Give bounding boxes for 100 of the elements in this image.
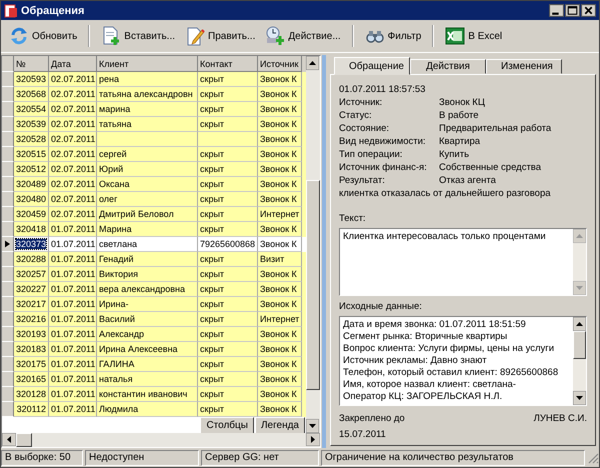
scroll-down-icon[interactable] xyxy=(306,419,319,433)
table-cell: 320217 xyxy=(16,299,46,309)
table-cell: Виктория xyxy=(99,269,138,279)
table-cell: Звонок К xyxy=(260,329,297,339)
table-row[interactable]: 320217 01.07.2011 Ирина- скрыт Звонок К xyxy=(2,297,306,312)
toolbar-button[interactable]: В Excel xyxy=(441,24,506,48)
toolbar-button[interactable]: Обновить xyxy=(5,24,82,48)
field-value: Отказ агента xyxy=(439,174,496,187)
table-row[interactable]: 320539 02.07.2011 татьяна скрыт Звонок К xyxy=(2,117,306,132)
table-cell: Звонок К xyxy=(260,74,297,84)
scroll-thumb[interactable] xyxy=(306,180,320,390)
table-cell: скрыт xyxy=(200,179,224,189)
tab[interactable]: Действия xyxy=(410,59,486,74)
table-cell: 320480 xyxy=(16,194,46,204)
minimize-icon[interactable] xyxy=(549,4,564,17)
toolbar-button[interactable]: Править... xyxy=(181,24,260,48)
table-row[interactable]: 320568 02.07.2011 татьяна александровн скрыт Звонок К xyxy=(2,87,306,102)
table-cell: 320227 xyxy=(16,284,46,294)
table-row[interactable]: 320112 01.07.2011 Людмила скрыт Звонок К xyxy=(2,402,306,417)
scroll-down-icon[interactable] xyxy=(573,391,586,405)
table-cell: 320568 xyxy=(16,89,46,99)
table-cell: ГАЛИНА xyxy=(99,359,134,369)
grid-button[interactable]: Столбцы xyxy=(200,417,254,434)
resize-grip-icon[interactable] xyxy=(587,452,599,464)
status-bar-field: Ограничение на количество результатов xyxy=(321,450,585,466)
table-cell: сергей xyxy=(99,149,127,159)
scroll-thumb[interactable] xyxy=(16,433,32,447)
maximize-icon[interactable] xyxy=(565,4,580,17)
table-row[interactable]: 320183 01.07.2011 Ирина Алексеевна скрыт Звонок К xyxy=(2,342,306,357)
scroll-left-icon[interactable] xyxy=(2,433,16,446)
table-cell: скрыт xyxy=(200,149,224,159)
status-bar-field: Недоступен xyxy=(85,450,199,466)
table-cell: скрыт xyxy=(200,299,224,309)
scroll-up-icon[interactable] xyxy=(306,56,319,70)
vertical-scrollbar[interactable] xyxy=(306,56,320,433)
table-row[interactable]: 320193 01.07.2011 Александр скрыт Звонок К xyxy=(2,327,306,342)
table-cell: 02.07.2011 xyxy=(51,179,96,189)
table-cell: 01.07.2011 xyxy=(51,314,96,324)
table-cell: скрыт xyxy=(200,314,224,324)
table-cell: 320175 xyxy=(16,359,46,369)
table-cell: Звонок К xyxy=(260,374,297,384)
table-cell: 02.07.2011 xyxy=(51,134,96,144)
table-cell: 320528 xyxy=(16,134,46,144)
table-cell: Звонок К xyxy=(260,404,297,414)
table-cell: Юрий xyxy=(99,164,124,174)
table-row[interactable]: 320528 02.07.2011 Звонок К xyxy=(2,132,306,147)
table-row[interactable]: 320512 02.07.2011 Юрий скрыт Звонок К xyxy=(2,162,306,177)
table-row[interactable]: 320554 02.07.2011 марина скрыт Звонок К xyxy=(2,102,306,117)
table-row[interactable]: 320418 01.07.2011 Марина скрыт Звонок К xyxy=(2,222,306,237)
table-cell: 01.07.2011 xyxy=(51,224,96,234)
table-cell: 02.07.2011 xyxy=(51,209,96,219)
table-row[interactable]: 320489 02.07.2011 Оксана скрыт Звонок К xyxy=(2,177,306,192)
field-value: Предварительная работа xyxy=(439,122,552,135)
table-cell: Звонок К xyxy=(260,269,297,279)
tab[interactable]: Обращение xyxy=(334,57,410,75)
window-title: Обращения xyxy=(21,4,86,16)
table-row[interactable]: 320227 01.07.2011 вера александровна скрыт Звонок К xyxy=(2,282,306,297)
table-cell: 01.07.2011 xyxy=(51,329,96,339)
scroll-right-icon[interactable] xyxy=(306,433,320,446)
table-row[interactable]: 320459 02.07.2011 Дмитрий Беловол скрыт Интернет xyxy=(2,207,306,222)
table-row[interactable]: 320175 01.07.2011 ГАЛИНА скрыт Звонок К xyxy=(2,357,306,372)
table-cell: 320512 xyxy=(16,164,46,174)
status-bar-field: В выборке: 50 xyxy=(1,450,83,466)
toolbar-button[interactable]: Фильтр xyxy=(360,24,426,48)
table-cell: Звонок К xyxy=(260,179,297,189)
tab[interactable]: Изменения xyxy=(486,59,562,74)
table-cell: Людмила xyxy=(99,404,138,414)
field-value: Квартира xyxy=(439,135,480,148)
table-row[interactable]: 320165 01.07.2011 наталья скрыт Звонок К xyxy=(2,372,306,387)
table-cell: 01.07.2011 xyxy=(51,389,96,399)
field-label: Состояние: xyxy=(339,122,390,135)
table-row[interactable]: 320216 01.07.2011 Василий скрыт Интернет xyxy=(2,312,306,327)
table-row[interactable]: 320257 01.07.2011 Виктория скрыт Звонок К xyxy=(2,267,306,282)
table-row[interactable]: 320515 02.07.2011 сергей скрыт Звонок К xyxy=(2,147,306,162)
table-cell: 320183 xyxy=(16,344,46,354)
table-row[interactable]: 320288 01.07.2011 Генадий скрыт Визит xyxy=(2,252,306,267)
source-data-area[interactable]: Дата и время звонка: 01.07.2011 18:51:59 Сегмент рынка: Вторичные квартиры Вопрос клиента: Услуги фирмы, цены на услуги Источник рекламы: Давно знают Телефон, который оставил клиент: 89265600868 Имя, которое назвал клиент: светлана- Оператор КЦ: ЗАГОРЕЛЬСКАЯ Н.Л. xyxy=(339,316,587,406)
table-cell: 02.07.2011 xyxy=(51,194,96,204)
table-cell: Визит xyxy=(260,254,284,264)
source-label: Исходные данные: xyxy=(339,300,423,313)
table-cell: Звонок К xyxy=(260,194,297,204)
table-row[interactable]: 320480 02.07.2011 олег скрыт Звонок К xyxy=(2,192,306,207)
table-cell: 02.07.2011 xyxy=(51,149,96,159)
toolbar-button[interactable]: Вставить... xyxy=(97,24,180,48)
app-icon xyxy=(4,4,18,18)
refresh-icon xyxy=(9,26,29,46)
table-cell: Оксана xyxy=(99,179,130,189)
table-row[interactable]: 320128 01.07.2011 константин иванович скрыт Звонок К xyxy=(2,387,306,402)
table-cell: скрыт xyxy=(200,284,224,294)
table-cell: Звонок К xyxy=(260,134,297,144)
close-icon[interactable] xyxy=(581,4,596,17)
horizontal-scrollbar[interactable] xyxy=(2,433,320,447)
table-cell: Звонок К xyxy=(260,284,297,294)
table-row[interactable]: 320593 02.07.2011 рена скрыт Звонок К xyxy=(2,72,306,87)
scroll-up-icon[interactable] xyxy=(573,317,586,331)
table-cell: 02.07.2011 xyxy=(51,104,96,114)
table-cell: Звонок К xyxy=(260,359,297,369)
toolbar-button[interactable]: Действие... xyxy=(261,24,345,48)
table-cell: 02.07.2011 xyxy=(51,119,96,129)
table-cell: Генадий xyxy=(99,254,134,264)
